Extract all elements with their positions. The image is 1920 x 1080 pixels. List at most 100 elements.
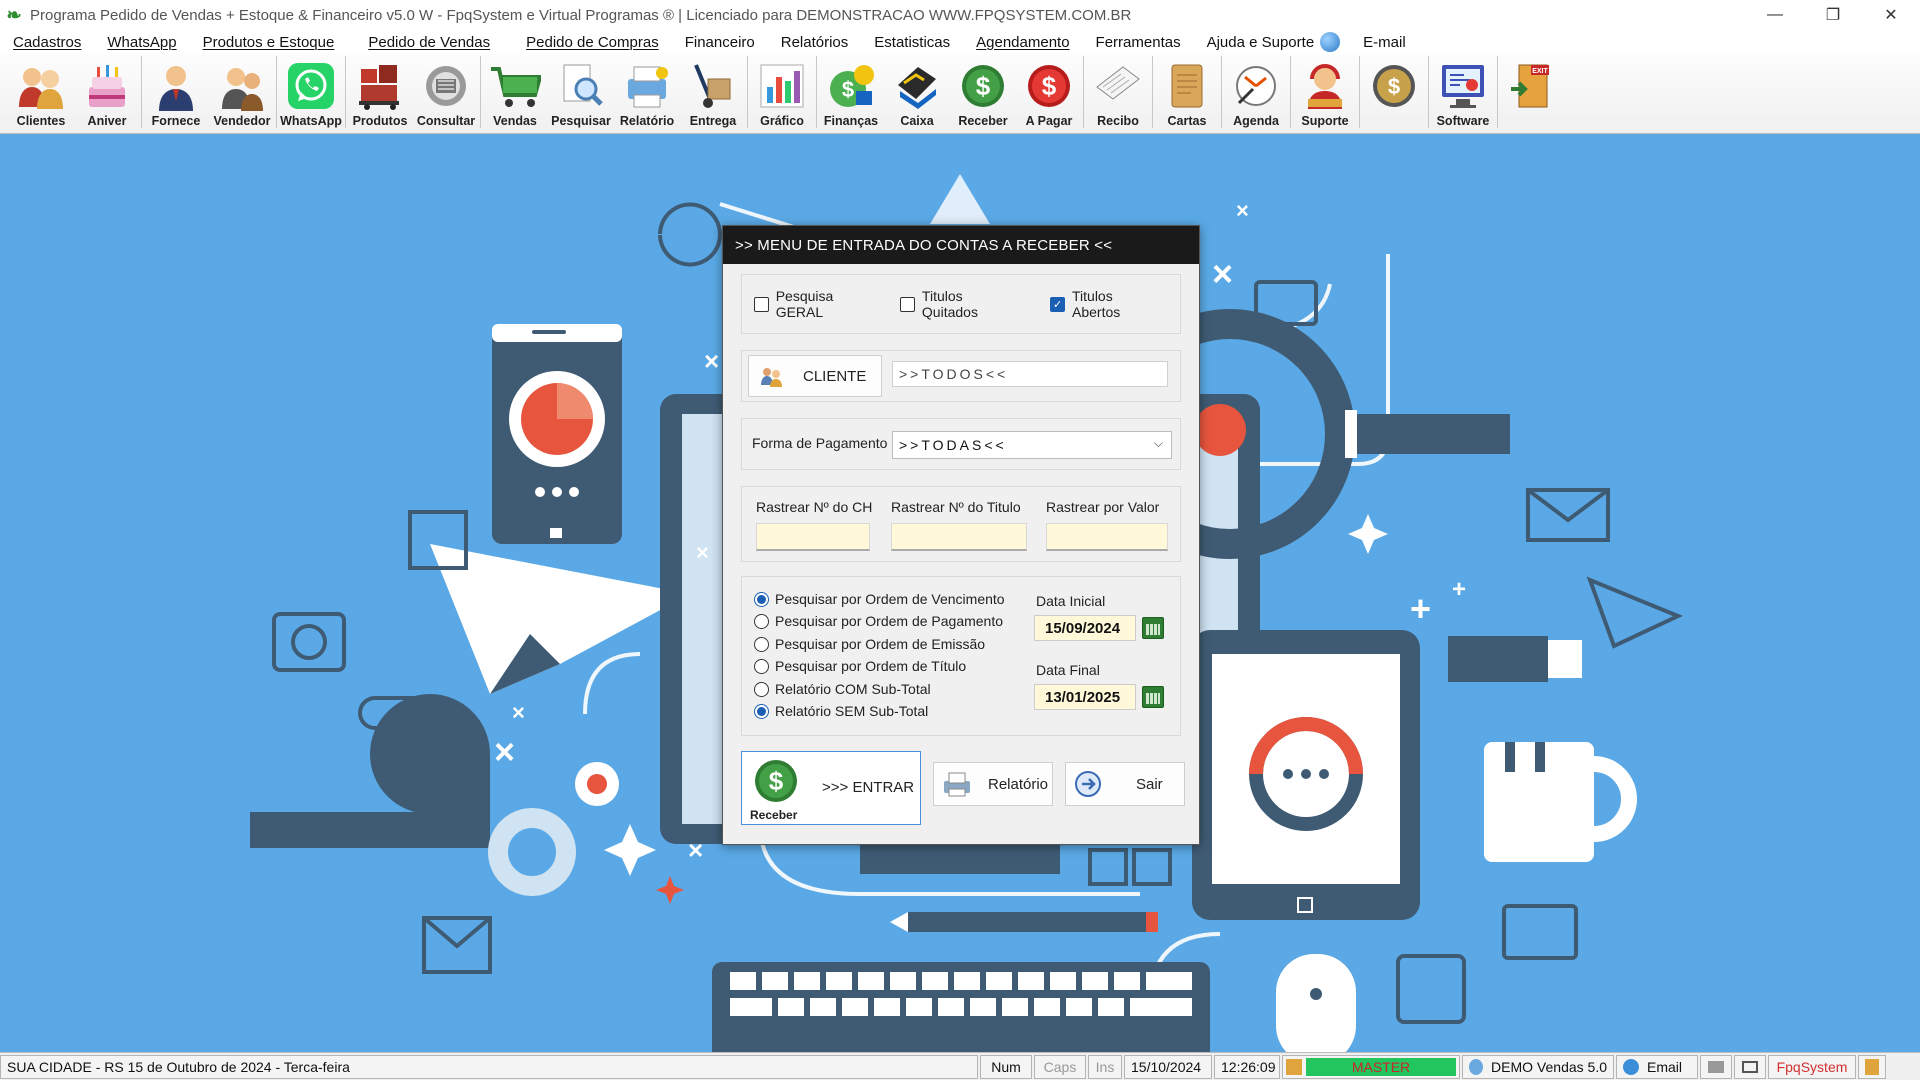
radio-ordem-vencimento[interactable]: Pesquisar por Ordem de Vencimento	[754, 591, 1005, 607]
usb-illustration	[1448, 636, 1582, 682]
entrar-button[interactable]: $ Receber >>> ENTRAR	[741, 751, 921, 825]
relatorio-button[interactable]: Relatório	[933, 762, 1053, 806]
rastrear-ch-input[interactable]	[756, 523, 870, 551]
toolbar-fornece-button[interactable]: Fornece	[143, 54, 209, 130]
svg-text:×: ×	[704, 346, 719, 376]
titulos-quitados-checkbox[interactable]: Titulos Quitados	[900, 288, 1020, 320]
toolbar-exit-button[interactable]: EXIT	[1499, 54, 1565, 130]
cliente-button[interactable]: CLIENTE	[748, 355, 882, 397]
radio-dot	[754, 703, 769, 719]
status-app-button[interactable]	[1858, 1054, 1886, 1079]
toolbar-produtos-button[interactable]: Produtos	[347, 54, 413, 130]
menu-relatorios[interactable]: Relatórios	[768, 34, 862, 51]
title-bar: ❧ Programa Pedido de Vendas + Estoque & …	[0, 0, 1920, 30]
window-controls: — ❐ ✕	[1746, 0, 1920, 30]
toolbar-vendas-button[interactable]: Vendas	[482, 54, 548, 130]
status-email-button[interactable]: Email	[1616, 1054, 1698, 1079]
toolbar-grafico-button[interactable]: Gráfico	[749, 54, 815, 130]
data-inicial-input[interactable]: 15/09/2024	[1034, 615, 1136, 641]
toolbar-cartas-button[interactable]: Cartas	[1154, 54, 1220, 130]
menu-financeiro[interactable]: Financeiro	[672, 34, 768, 51]
forma-pagamento-select[interactable]: >>TODAS<< ⌵	[892, 431, 1172, 459]
finance-icon: $	[825, 60, 877, 112]
chart-icon	[756, 60, 808, 112]
printer-icon	[1708, 1060, 1724, 1073]
svg-text:×: ×	[696, 540, 709, 565]
radio-label: Relatório SEM Sub-Total	[775, 703, 929, 719]
toolbar-label: Aniver	[87, 114, 127, 128]
toolbar-relatorio-button[interactable]: Relatório	[614, 54, 680, 130]
calendar-icon[interactable]	[1142, 617, 1164, 639]
exit-door-icon: EXIT	[1506, 60, 1558, 112]
menu-whatsapp[interactable]: WhatsApp	[94, 34, 189, 51]
toolbar-recibo-button[interactable]: Recibo	[1085, 54, 1151, 130]
toolbar-entrega-button[interactable]: Entrega	[680, 54, 746, 130]
calendar-icon[interactable]	[1142, 686, 1164, 708]
menu-estatisticas[interactable]: Estatisticas	[861, 34, 963, 51]
toolbar-a-pagar-button[interactable]: $ A Pagar	[1016, 54, 1082, 130]
toolbar-whatsapp-button[interactable]: WhatsApp	[278, 54, 344, 130]
menu-ajuda-suporte[interactable]: Ajuda e Suporte	[1194, 34, 1319, 51]
toolbar-software-button[interactable]: Software	[1430, 54, 1496, 130]
toolbar-separator	[1152, 56, 1153, 128]
toolbar-coin-button[interactable]: $	[1361, 54, 1427, 130]
radio-ordem-emissao[interactable]: Pesquisar por Ordem de Emissão	[754, 636, 985, 652]
toolbar-label: Recibo	[1097, 114, 1139, 128]
sair-button[interactable]: Sair	[1065, 762, 1185, 806]
cash-box-icon	[891, 60, 943, 112]
status-printer-button[interactable]	[1700, 1054, 1732, 1079]
delivery-icon	[687, 60, 739, 112]
toolbar-separator	[276, 56, 277, 128]
toolbar-agenda-button[interactable]: Agenda	[1223, 54, 1289, 130]
toolbar-suporte-button[interactable]: Suporte	[1292, 54, 1358, 130]
menu-agendamento[interactable]: Agendamento	[963, 34, 1082, 51]
radio-dot	[754, 658, 769, 674]
menu-pedido-compras[interactable]: Pedido de Compras	[513, 34, 672, 51]
toolbar-label: Suporte	[1301, 114, 1349, 128]
shopping-cart-icon	[489, 60, 541, 112]
wrench-illustration	[250, 694, 490, 848]
chevron-down-icon: ⌵	[1153, 436, 1163, 450]
toolbar-label: Fornece	[151, 114, 201, 128]
menu-bar: Cadastros WhatsApp Produtos e Estoque Pe…	[0, 30, 1920, 54]
toolbar-financas-button[interactable]: $ Finanças	[818, 54, 884, 130]
toolbar-label: Vendas	[493, 114, 537, 128]
svg-text:+: +	[1452, 576, 1466, 603]
titulos-abertos-checkbox[interactable]: ✓ Titulos Abertos	[1050, 288, 1162, 320]
close-button[interactable]: ✕	[1862, 0, 1920, 30]
menu-cadastros[interactable]: Cadastros	[0, 34, 94, 51]
status-monitor-button[interactable]	[1734, 1054, 1766, 1079]
toolbar-pesquisar-button[interactable]: Pesquisar	[548, 54, 614, 130]
toolbar-caixa-button[interactable]: Caixa	[884, 54, 950, 130]
globe-icon[interactable]	[1320, 32, 1341, 52]
svg-text:×: ×	[494, 731, 515, 772]
toolbar-vendedor-button[interactable]: Vendedor	[209, 54, 275, 130]
status-caps: Caps	[1034, 1054, 1086, 1079]
data-final-input[interactable]: 13/01/2025	[1034, 684, 1136, 710]
toolbar-receber-button[interactable]: $ Receber	[950, 54, 1016, 130]
rastrear-valor-input[interactable]	[1046, 523, 1168, 551]
toolbar-consultar-button[interactable]: Consultar	[413, 54, 479, 130]
menu-pedido-vendas[interactable]: Pedido de Vendas	[355, 34, 503, 51]
checkbox-box	[900, 296, 915, 312]
cliente-field[interactable]: >>TODOS<<	[892, 361, 1168, 387]
toolbar-aniver-button[interactable]: Aniver	[74, 54, 140, 130]
cliente-group: CLIENTE >>TODOS<<	[741, 350, 1181, 402]
pesquisa-geral-checkbox[interactable]: Pesquisa GERAL	[754, 288, 882, 320]
radio-ordem-titulo[interactable]: Pesquisar por Ordem de Título	[754, 658, 966, 674]
radio-com-subtotal[interactable]: Relatório COM Sub-Total	[754, 681, 931, 697]
radio-sem-subtotal[interactable]: Relatório SEM Sub-Total	[754, 703, 928, 719]
menu-ferramentas[interactable]: Ferramentas	[1083, 34, 1194, 51]
minimize-button[interactable]: —	[1746, 0, 1804, 30]
restore-button[interactable]: ❐	[1804, 0, 1862, 30]
gear-illustration	[488, 762, 619, 896]
rastrear-titulo-input[interactable]	[891, 523, 1027, 551]
toolbar-label: Software	[1436, 114, 1490, 128]
toolbar-clientes-button[interactable]: Clientes	[8, 54, 74, 130]
dialog-title: >> MENU DE ENTRADA DO CONTAS A RECEBER <…	[723, 226, 1199, 264]
toolbar-label: Consultar	[416, 114, 476, 128]
menu-produtos-estoque[interactable]: Produtos e Estoque	[190, 34, 348, 51]
status-date: 15/10/2024	[1124, 1054, 1212, 1079]
radio-ordem-pagamento[interactable]: Pesquisar por Ordem de Pagamento	[754, 613, 1003, 629]
menu-email[interactable]: E-mail	[1350, 34, 1419, 51]
